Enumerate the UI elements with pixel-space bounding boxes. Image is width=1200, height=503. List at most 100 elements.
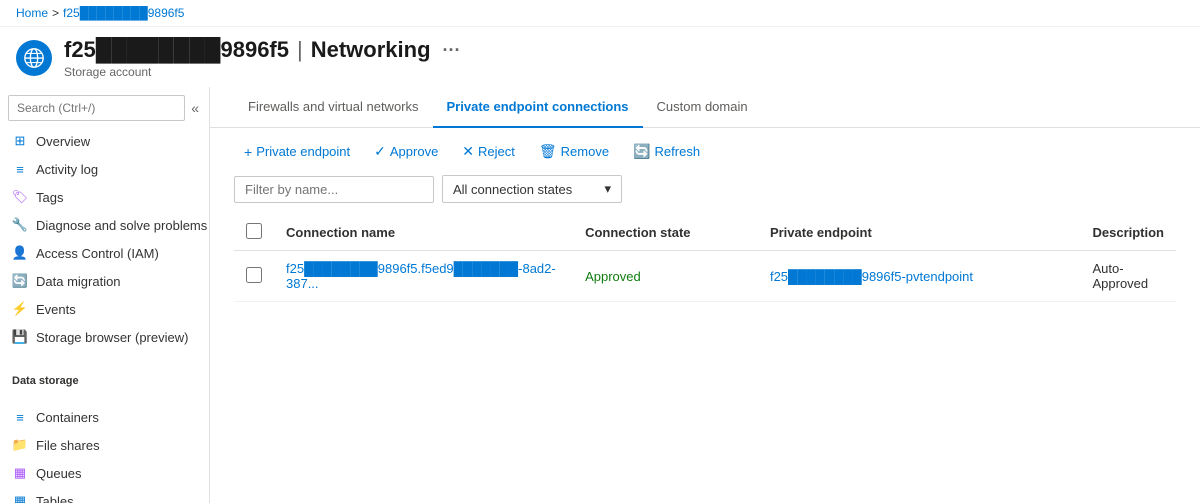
- sidebar-label-diagnose: Diagnose and solve problems: [36, 218, 207, 233]
- sidebar-label-events: Events: [36, 302, 76, 317]
- tab-bar: Firewalls and virtual networks Private e…: [210, 87, 1200, 128]
- sidebar-item-containers[interactable]: ≡ Containers: [0, 403, 209, 431]
- activity-log-icon: ≡: [12, 161, 28, 177]
- table-header-row: Connection name Connection state Private…: [234, 215, 1176, 251]
- sidebar-label-containers: Containers: [36, 410, 99, 425]
- sidebar-label-file-shares: File shares: [36, 438, 100, 453]
- events-icon: ⚡: [12, 301, 28, 317]
- description-cell: Auto-Approved: [1080, 251, 1176, 302]
- resource-name: f25████████9896f5: [64, 37, 289, 63]
- connections-table: Connection name Connection state Private…: [234, 215, 1176, 302]
- refresh-label: Refresh: [655, 144, 701, 159]
- remove-button[interactable]: 🗑 Remove: [529, 138, 619, 165]
- sidebar-search-wrap: «: [0, 87, 209, 127]
- access-control-icon: 👤: [12, 245, 28, 261]
- remove-icon: 🗑: [539, 143, 557, 160]
- tab-private-endpoints[interactable]: Private endpoint connections: [433, 87, 643, 128]
- sidebar-label-tags: Tags: [36, 190, 63, 205]
- file-shares-icon: 📁: [12, 437, 28, 453]
- row-select-checkbox[interactable]: [246, 267, 262, 283]
- data-storage-section-label: Data storage: [0, 363, 209, 391]
- search-input[interactable]: [8, 95, 185, 121]
- sidebar-item-access-control[interactable]: 👤 Access Control (IAM): [0, 239, 209, 267]
- table-row: f25████████9896f5.f5ed9███████-8ad2-387.…: [234, 251, 1176, 302]
- sidebar-label-access-control: Access Control (IAM): [36, 246, 159, 261]
- data-migration-icon: 🔄: [12, 273, 28, 289]
- reject-button[interactable]: ✕ Reject: [452, 138, 525, 165]
- sidebar-label-overview: Overview: [36, 134, 90, 149]
- sidebar-item-activity-log[interactable]: ≡ Activity log: [0, 155, 209, 183]
- table-wrap: Connection name Connection state Private…: [210, 215, 1200, 302]
- reject-icon: ✕: [462, 143, 474, 160]
- col-header-description: Description: [1080, 215, 1176, 251]
- connection-state-dropdown[interactable]: All connection states ▾: [442, 175, 622, 203]
- resource-icon: [16, 40, 52, 76]
- col-header-connection-name: Connection name: [274, 215, 573, 251]
- private-endpoint-link[interactable]: f25████████9896f5-pvtendpoint: [770, 269, 973, 284]
- connection-name-link[interactable]: f25████████9896f5.f5ed9███████-8ad2-387.…: [286, 261, 556, 291]
- tab-custom-domain[interactable]: Custom domain: [643, 87, 762, 128]
- breadcrumb: Home > f25████████9896f5: [0, 0, 1200, 27]
- header-title-block: f25████████9896f5 | Networking ··· Stora…: [64, 37, 461, 79]
- page-name: Networking: [311, 37, 431, 63]
- toolbar: + Private endpoint ✓ Approve ✕ Reject 🗑 …: [210, 128, 1200, 175]
- filter-bar: All connection states ▾: [210, 175, 1200, 215]
- more-options-icon[interactable]: ···: [443, 40, 461, 61]
- reject-label: Reject: [478, 144, 515, 159]
- diagnose-icon: 🔧: [12, 217, 28, 233]
- storage-browser-icon: 💾: [12, 329, 28, 345]
- approve-button[interactable]: ✓ Approve: [364, 138, 448, 165]
- col-header-private-endpoint: Private endpoint: [758, 215, 1081, 251]
- row-checkbox-cell: [234, 251, 274, 302]
- dropdown-chevron-icon: ▾: [604, 181, 611, 197]
- sidebar-label-tables: Tables: [36, 494, 74, 503]
- content-area: Firewalls and virtual networks Private e…: [210, 87, 1200, 503]
- private-endpoint-cell: f25████████9896f5-pvtendpoint: [758, 251, 1081, 302]
- description-value: Auto-Approved: [1092, 261, 1148, 291]
- remove-label: Remove: [561, 144, 609, 159]
- title-separator: |: [297, 37, 303, 63]
- sidebar-item-file-shares[interactable]: 📁 File shares: [0, 431, 209, 459]
- resource-type: Storage account: [64, 65, 461, 79]
- add-private-endpoint-button[interactable]: + Private endpoint: [234, 139, 360, 165]
- sidebar-label-storage-browser: Storage browser (preview): [36, 330, 188, 345]
- tab-firewalls[interactable]: Firewalls and virtual networks: [234, 87, 433, 128]
- page-title: f25████████9896f5 | Networking ···: [64, 37, 461, 63]
- queues-icon: ▦: [12, 465, 28, 481]
- add-icon: +: [244, 144, 252, 160]
- connection-name-cell: f25████████9896f5.f5ed9███████-8ad2-387.…: [274, 251, 573, 302]
- breadcrumb-sep1: >: [52, 6, 59, 20]
- sidebar: « ⊞ Overview ≡ Activity log 🏷 Tags 🔧 Dia…: [0, 87, 210, 503]
- sidebar-label-data-migration: Data migration: [36, 274, 121, 289]
- add-label: Private endpoint: [256, 144, 350, 159]
- sidebar-item-tags[interactable]: 🏷 Tags: [0, 183, 209, 211]
- sidebar-item-queues[interactable]: ▦ Queues: [0, 459, 209, 487]
- col-header-connection-state: Connection state: [573, 215, 758, 251]
- sidebar-collapse-button[interactable]: «: [189, 98, 201, 118]
- connection-state-value: Approved: [585, 269, 641, 284]
- approve-icon: ✓: [374, 143, 386, 160]
- tables-icon: ▦: [12, 493, 28, 503]
- col-header-check: [234, 215, 274, 251]
- page-header: f25████████9896f5 | Networking ··· Stora…: [0, 27, 1200, 87]
- sidebar-item-diagnose[interactable]: 🔧 Diagnose and solve problems: [0, 211, 209, 239]
- sidebar-item-storage-browser[interactable]: 💾 Storage browser (preview): [0, 323, 209, 351]
- approve-label: Approve: [390, 144, 438, 159]
- sidebar-item-overview[interactable]: ⊞ Overview: [0, 127, 209, 155]
- sidebar-label-activity-log: Activity log: [36, 162, 98, 177]
- connection-state-label: All connection states: [453, 182, 572, 197]
- sidebar-item-data-migration[interactable]: 🔄 Data migration: [0, 267, 209, 295]
- connection-state-cell: Approved: [573, 251, 758, 302]
- sidebar-item-events[interactable]: ⚡ Events: [0, 295, 209, 323]
- sidebar-label-queues: Queues: [36, 466, 82, 481]
- refresh-button[interactable]: 🔄 Refresh: [623, 138, 710, 165]
- select-all-checkbox[interactable]: [246, 223, 262, 239]
- sidebar-item-tables[interactable]: ▦ Tables: [0, 487, 209, 503]
- tags-icon: 🏷: [12, 189, 28, 205]
- filter-name-input[interactable]: [234, 176, 434, 203]
- breadcrumb-home[interactable]: Home: [16, 6, 48, 20]
- refresh-icon: 🔄: [633, 143, 650, 160]
- overview-icon: ⊞: [12, 133, 28, 149]
- containers-icon: ≡: [12, 409, 28, 425]
- breadcrumb-resource[interactable]: f25████████9896f5: [63, 6, 184, 20]
